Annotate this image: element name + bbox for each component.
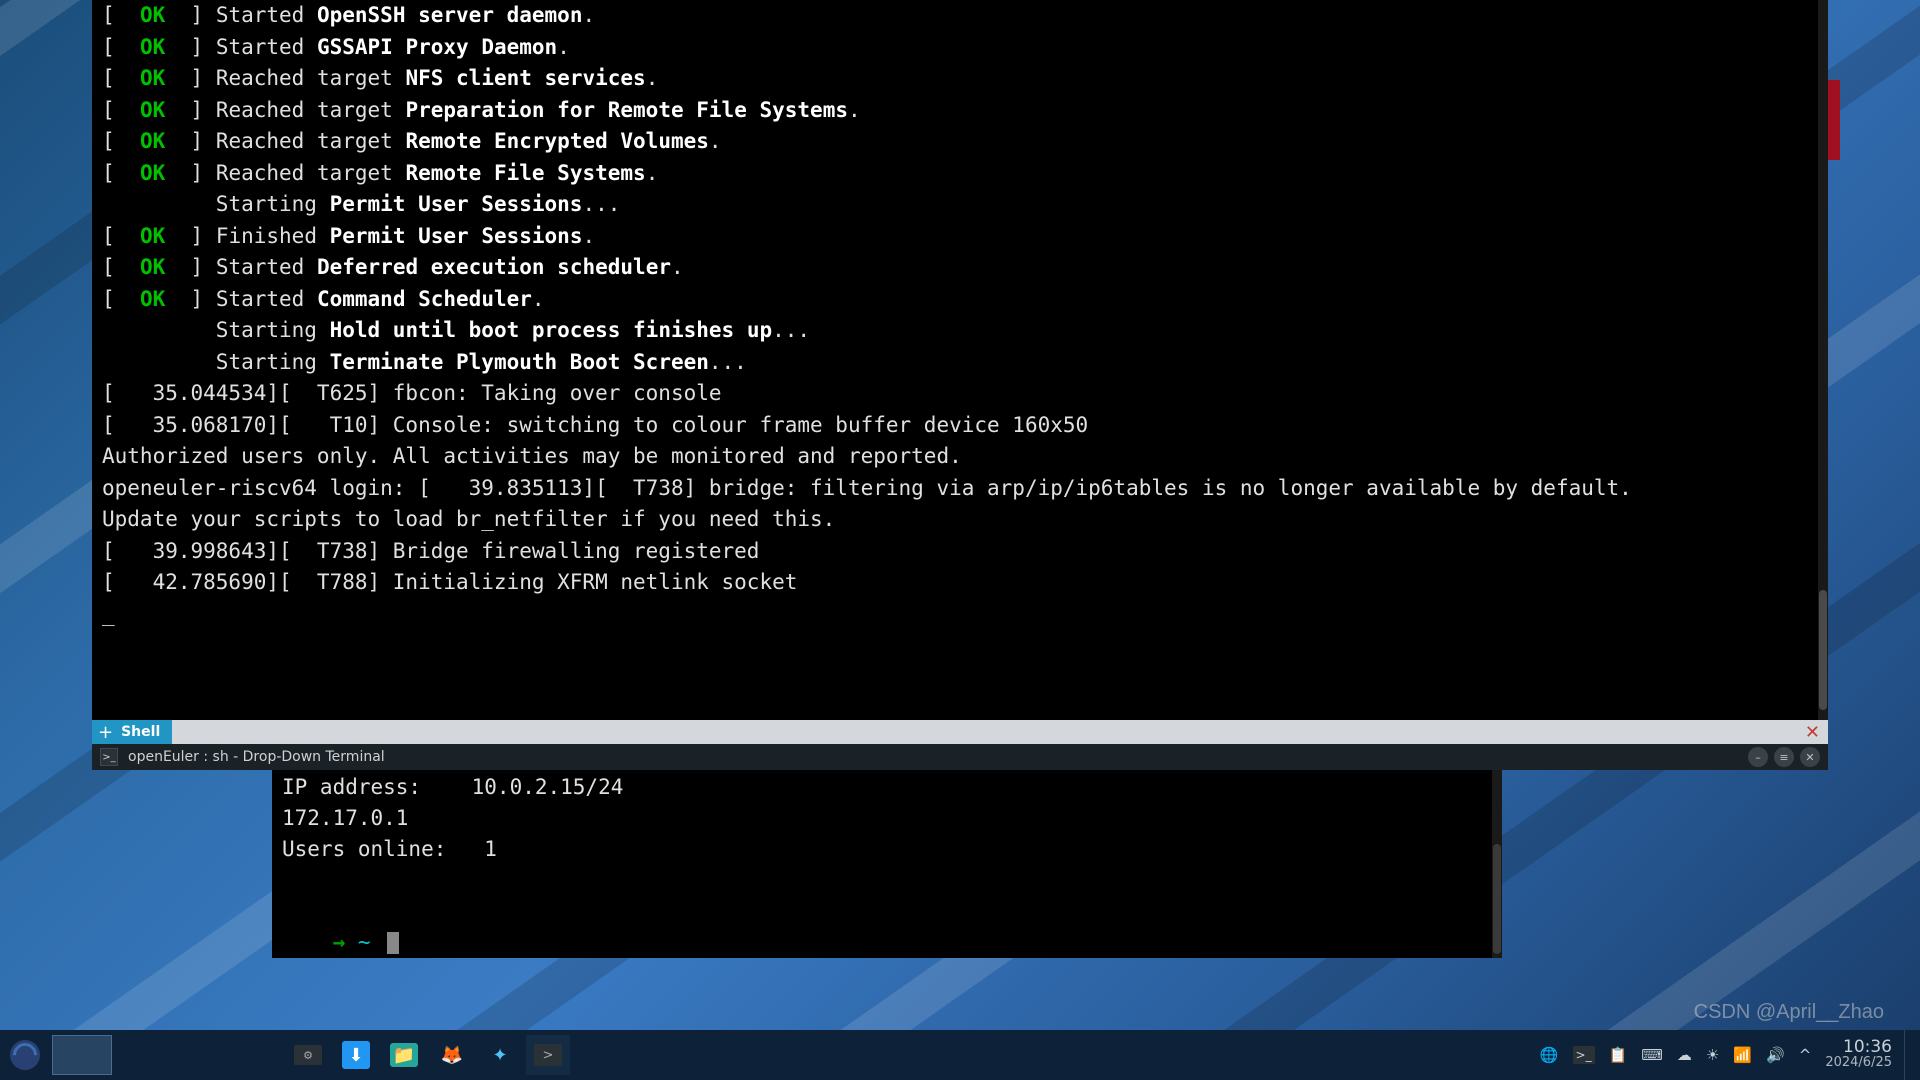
taskbar-item-active[interactable]	[52, 1035, 112, 1075]
close-button[interactable]: ✕	[1800, 747, 1820, 767]
minimize-button[interactable]: –	[1748, 747, 1768, 767]
boot-line: Starting Hold until boot process finishe…	[102, 315, 1818, 347]
taskbar-item-firefox[interactable]: 🦊	[430, 1035, 474, 1075]
fedora-logo-icon	[10, 1040, 40, 1070]
start-button[interactable]	[0, 1030, 50, 1080]
taskbar-item-discover[interactable]: ⬇	[334, 1035, 378, 1075]
add-tab-icon[interactable]: +	[98, 722, 113, 743]
blank-line	[282, 865, 1492, 896]
kernel-line: [ 39.998643][ T738] Bridge firewalling r…	[102, 536, 1818, 568]
taskbar-panel: ⚙ ⬇ 📁 🦊 ✦ > 🌐 >_ 📋 ⌨ ☁ ☀ 📶 🔊 ^ 10:36 202…	[0, 1030, 1920, 1080]
watermark-text: CSDN @April__Zhao	[1694, 1001, 1884, 1024]
login-line: Update your scripts to load br_netfilter…	[102, 504, 1818, 536]
terminal-line: IP address: 10.0.2.15/24	[282, 772, 1492, 803]
prompt-path: ~	[358, 930, 383, 954]
boot-line: [ OK ] Reached target NFS client service…	[102, 63, 1818, 95]
kernel-line: [ 42.785690][ T788] Initializing XFRM ne…	[102, 567, 1818, 599]
folder-icon: 📁	[390, 1043, 418, 1067]
cursor-line: _	[102, 599, 1818, 631]
tray-clipboard-icon[interactable]: 📋	[1609, 1046, 1628, 1064]
login-line: openeuler-riscv64 login: [ 39.835113][ T…	[102, 473, 1818, 505]
tray-expand-icon[interactable]: ^	[1799, 1046, 1812, 1064]
taskbar-item-settings[interactable]: ⚙	[286, 1035, 330, 1075]
discover-icon: ⬇	[342, 1041, 370, 1069]
tray-volume-icon[interactable]: 🔊	[1766, 1046, 1785, 1064]
terminal-app-icon: >	[534, 1044, 562, 1066]
kernel-line: [ 35.068170][ T10] Console: switching to…	[102, 410, 1818, 442]
boot-line: Starting Permit User Sessions...	[102, 189, 1818, 221]
boot-line: Starting Terminate Plymouth Boot Screen.…	[102, 347, 1818, 379]
prompt-line[interactable]: → ~	[282, 896, 1492, 958]
tray-globe-icon[interactable]: 🌐	[1540, 1046, 1559, 1064]
boot-terminal[interactable]: [ OK ] Started OpenSSH server daemon.[ O…	[92, 0, 1828, 720]
tray-brightness-icon[interactable]: ☀	[1706, 1046, 1719, 1064]
menu-button[interactable]: ≡	[1774, 747, 1794, 767]
tray-wifi-icon[interactable]: 📶	[1733, 1046, 1752, 1064]
terminal-cursor	[387, 932, 399, 954]
boot-line: [ OK ] Reached target Remote File System…	[102, 158, 1818, 190]
clock-date: 2024/6/25	[1825, 1055, 1892, 1071]
show-desktop-button[interactable]	[1904, 1030, 1920, 1080]
tray-keyboard-icon[interactable]: ⌨	[1641, 1046, 1663, 1064]
settings-icon: ⚙	[294, 1045, 322, 1065]
lower-scrollbar-thumb[interactable]	[1493, 844, 1501, 954]
shell-tabbar: + Shell ✕	[92, 720, 1828, 744]
lower-scrollbar[interactable]	[1492, 770, 1502, 958]
boot-line: [ OK ] Started OpenSSH server daemon.	[102, 0, 1818, 32]
taskbar-item-files[interactable]: 📁	[382, 1035, 426, 1075]
kate-icon: ✦	[486, 1041, 514, 1069]
terminal-line: Users online: 1	[282, 834, 1492, 865]
tray-cloud-icon[interactable]: ☁	[1677, 1046, 1692, 1064]
firefox-icon: 🦊	[438, 1041, 466, 1069]
clock-time: 10:36	[1825, 1039, 1892, 1055]
boot-line: [ OK ] Started Deferred execution schedu…	[102, 252, 1818, 284]
boot-line: [ OK ] Reached target Preparation for Re…	[102, 95, 1818, 127]
taskbar-item-terminal[interactable]: >	[526, 1035, 570, 1075]
boot-line: [ OK ] Finished Permit User Sessions.	[102, 221, 1818, 253]
boot-line: [ OK ] Reached target Remote Encrypted V…	[102, 126, 1818, 158]
boot-line: [ OK ] Started GSSAPI Proxy Daemon.	[102, 32, 1818, 64]
auth-line: Authorized users only. All activities ma…	[102, 441, 1818, 473]
shell-tab-label: Shell	[121, 724, 160, 740]
dropdown-terminal-title: openEuler : sh - Drop-Down Terminal	[128, 749, 385, 765]
taskbar-item-kate[interactable]: ✦	[478, 1035, 522, 1075]
lower-terminal[interactable]: IP address: 10.0.2.15/24 172.17.0.1 User…	[272, 770, 1502, 958]
terminal-icon: >_	[100, 748, 118, 766]
close-tab-button[interactable]: ✕	[1797, 720, 1828, 744]
tray-terminal-icon[interactable]: >_	[1573, 1046, 1595, 1064]
kernel-line: [ 35.044534][ T625] fbcon: Taking over c…	[102, 378, 1818, 410]
boot-scrollbar-thumb[interactable]	[1819, 590, 1827, 710]
shell-tab[interactable]: + Shell	[92, 720, 172, 744]
clock[interactable]: 10:36 2024/6/25	[1825, 1039, 1892, 1071]
terminal-line: 172.17.0.1	[282, 803, 1492, 834]
boot-scrollbar[interactable]	[1818, 0, 1828, 720]
boot-line: [ OK ] Started Command Scheduler.	[102, 284, 1818, 316]
prompt-arrow-icon: →	[333, 930, 358, 954]
system-tray: 🌐 >_ 📋 ⌨ ☁ ☀ 📶 🔊 ^ 10:36 2024/6/25	[1528, 1039, 1904, 1071]
dropdown-terminal-titlebar[interactable]: >_ openEuler : sh - Drop-Down Terminal –…	[92, 744, 1828, 770]
